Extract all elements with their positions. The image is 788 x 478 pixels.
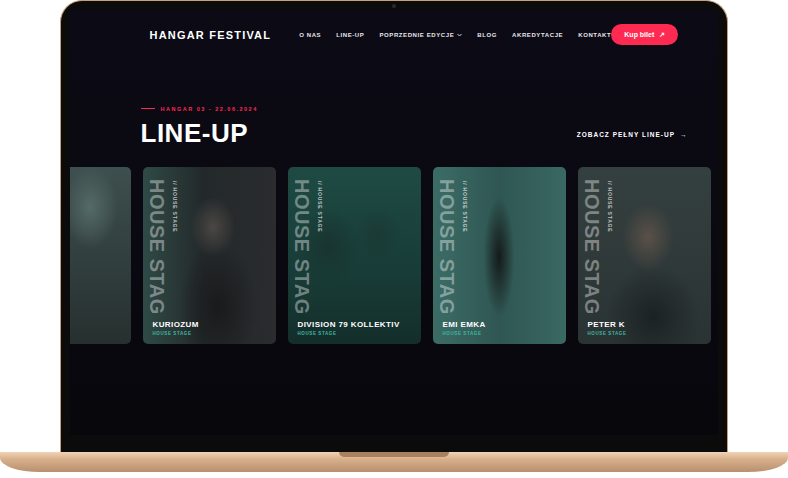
card-footer: EMI EMKAHOUSE STAGE: [435, 320, 560, 337]
stage-tag: // HOUSE STAGE: [171, 181, 178, 232]
artist-card[interactable]: HOUSE STAG// HOUSE STAGEPETER KHOUSE STA…: [578, 167, 711, 344]
header-row: LINE-UP ZOBACZ PEŁNY LINE-UP →: [141, 118, 688, 148]
menu-item[interactable]: O NAS: [299, 32, 321, 38]
menu-item[interactable]: KONTAKT: [578, 32, 611, 38]
stage-watermark: HOUSE STAG: [580, 179, 604, 315]
artist-name[interactable]: KURIOZUM: [153, 320, 270, 330]
laptop-lid: HANGAR FESTIVAL O NAS LINE-UP POPRZEDNIE ED…: [60, 0, 728, 452]
stage-labels: HOUSE STAG// HOUSE STAGE: [145, 179, 270, 315]
arrow-right-icon[interactable]: →: [680, 131, 688, 138]
stage-watermark: HOUSE STAG: [290, 179, 314, 315]
top-nav: HANGAR FESTIVAL O NAS LINE-UP POPRZEDNIE ED…: [70, 10, 718, 48]
card-footer: DIVISION 79 KOLLEKTIVHOUSE STAGE: [290, 320, 415, 337]
chevron-down-icon[interactable]: [457, 33, 462, 37]
full-lineup-label[interactable]: ZOBACZ PEŁNY LINE-UP: [577, 131, 675, 138]
artist-stage: HOUSE STAGE: [588, 331, 705, 337]
menu-item[interactable]: BLOG: [477, 32, 497, 38]
laptop-base: [0, 452, 788, 472]
event-date: HANGAR 03 - 22.06.2024: [161, 106, 258, 112]
menu-item[interactable]: LINE-UP: [336, 32, 364, 38]
buy-ticket-button[interactable]: Kup bilet ↗: [611, 24, 678, 45]
menu-label[interactable]: BLOG: [477, 32, 497, 38]
menu-label[interactable]: POPRZEDNIE EDYCJE: [379, 32, 454, 38]
menu-item[interactable]: AKREDYTACJE: [512, 32, 563, 38]
lineup-header: HANGAR 03 - 22.06.2024 LINE-UP ZOBACZ PEŁN…: [70, 48, 718, 148]
full-lineup-link[interactable]: ZOBACZ PEŁNY LINE-UP →: [577, 131, 688, 148]
stage-tag: // HOUSE STAGE: [316, 181, 323, 232]
stage-tag: // HOUSE STAGE: [606, 181, 613, 232]
laptop-notch: [339, 452, 449, 457]
stage-labels: HOUSE STAG// HOUSE STAGE: [435, 179, 560, 315]
artist-card[interactable]: [70, 167, 131, 344]
eyebrow: HANGAR 03 - 22.06.2024: [141, 105, 688, 113]
buy-ticket-label[interactable]: Kup bilet: [624, 31, 654, 38]
artist-stage: HOUSE STAGE: [443, 331, 560, 337]
menu-label[interactable]: O NAS: [299, 32, 321, 38]
main-menu: O NAS LINE-UP POPRZEDNIE EDYCJE BLOG AKREDYT…: [299, 32, 611, 38]
stage-watermark: HOUSE STAG: [145, 179, 169, 315]
arrow-up-right-icon[interactable]: ↗: [659, 31, 665, 39]
section-title: LINE-UP: [141, 118, 249, 148]
artist-name[interactable]: DIVISION 79 KOLLEKTIV: [298, 320, 415, 330]
camera-icon: [392, 4, 396, 8]
menu-item[interactable]: POPRZEDNIE EDYCJE: [379, 32, 462, 38]
stage-tag: // HOUSE STAGE: [461, 181, 468, 232]
menu-label[interactable]: KONTAKT: [578, 32, 611, 38]
card-footer: KURIOZUMHOUSE STAGE: [145, 320, 270, 337]
artist-stage: HOUSE STAGE: [153, 331, 270, 337]
artist-card[interactable]: HOUSE STAG// HOUSE STAGEKURIOZUMHOUSE ST…: [143, 167, 276, 344]
eyebrow-line: [141, 108, 155, 109]
site-logo[interactable]: HANGAR FESTIVAL: [150, 29, 272, 41]
stage-labels: HOUSE STAG// HOUSE STAGE: [290, 179, 415, 315]
stage-watermark: HOUSE STAG: [435, 179, 459, 315]
artist-stage: HOUSE STAGE: [298, 331, 415, 337]
laptop-screen: HANGAR FESTIVAL O NAS LINE-UP POPRZEDNIE ED…: [70, 10, 718, 436]
artist-name[interactable]: PETER K: [588, 320, 705, 330]
stage-labels: HOUSE STAG// HOUSE STAGE: [580, 179, 705, 315]
lineup-carousel[interactable]: HOUSE STAG// HOUSE STAGEKURIOZUMHOUSE ST…: [70, 167, 718, 344]
menu-label[interactable]: LINE-UP: [336, 32, 364, 38]
artist-name[interactable]: EMI EMKA: [443, 320, 560, 330]
artist-card[interactable]: HOUSE STAG// HOUSE STAGEEMI EMKAHOUSE ST…: [433, 167, 566, 344]
card-footer: PETER KHOUSE STAGE: [580, 320, 705, 337]
artist-card[interactable]: HOUSE STAG// HOUSE STAGE DIVISION 79 KOLL…: [288, 167, 421, 344]
menu-label[interactable]: AKREDYTACJE: [512, 32, 563, 38]
